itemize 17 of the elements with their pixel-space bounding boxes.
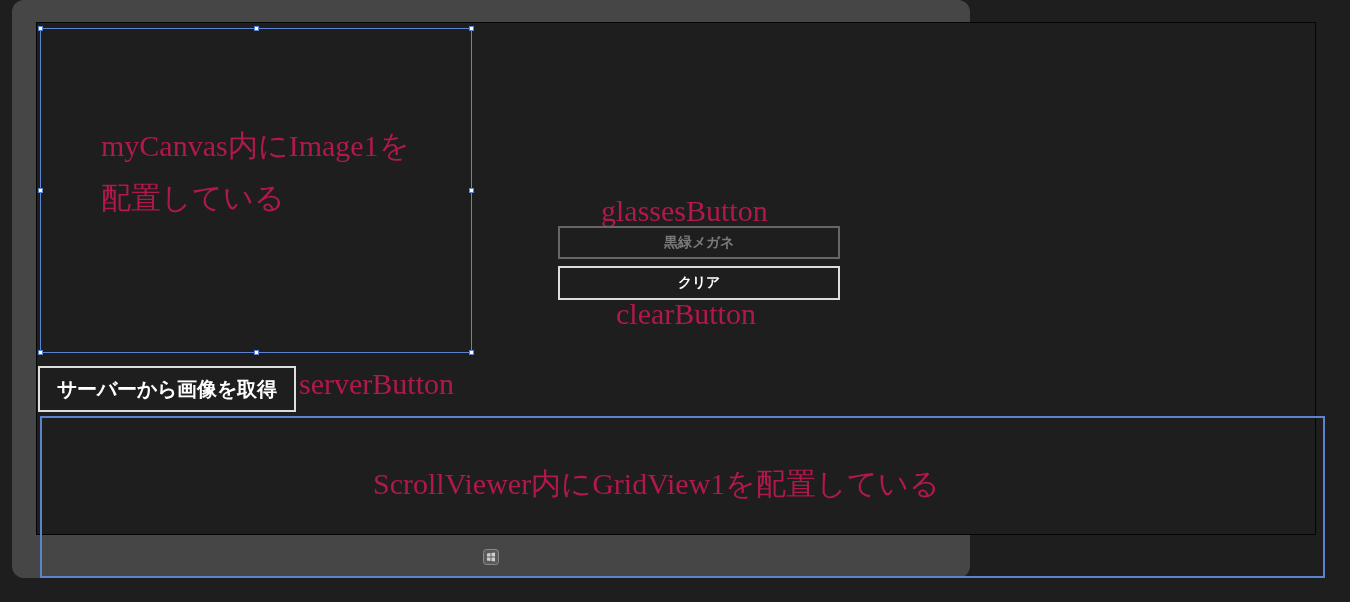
annotation-text: myCanvas内にImage1を xyxy=(101,128,410,164)
annotation-text: ScrollViewer内にGridView1を配置している xyxy=(373,466,941,502)
windows-icon xyxy=(483,549,499,565)
annotation-text: serverButton xyxy=(299,366,454,402)
resize-handle[interactable] xyxy=(38,26,43,31)
server-button[interactable]: サーバーから画像を取得 xyxy=(38,366,296,412)
resize-handle[interactable] xyxy=(253,350,259,355)
clear-button[interactable]: クリア xyxy=(558,266,840,300)
scrollviewer-selection[interactable] xyxy=(40,416,1325,578)
resize-handle[interactable] xyxy=(253,26,259,31)
annotation-text: glassesButton xyxy=(601,193,768,229)
resize-handle[interactable] xyxy=(469,350,474,355)
resize-handle[interactable] xyxy=(38,188,43,193)
resize-handle[interactable] xyxy=(38,350,43,355)
annotation-text: 配置している xyxy=(101,180,285,216)
resize-handle[interactable] xyxy=(469,188,474,193)
resize-handle[interactable] xyxy=(469,26,474,31)
